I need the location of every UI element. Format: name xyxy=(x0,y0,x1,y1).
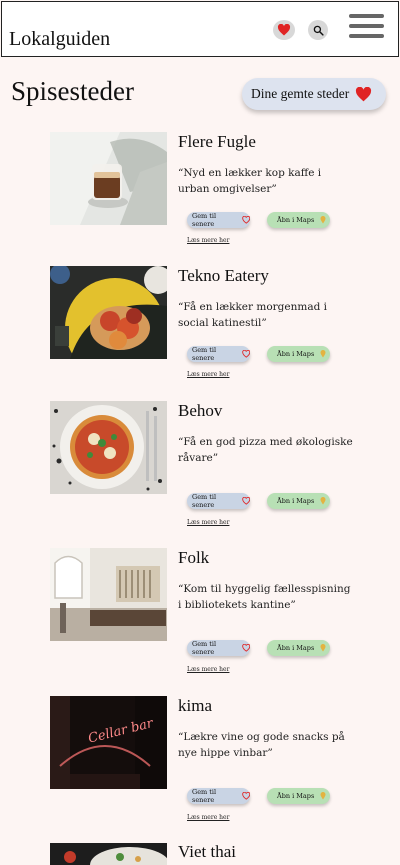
open-in-maps-button[interactable]: Åbn i Maps xyxy=(267,346,330,362)
map-pin-icon xyxy=(320,350,326,358)
save-label: Gem til senere xyxy=(192,346,217,362)
open-in-maps-button[interactable]: Åbn i Maps xyxy=(267,493,330,509)
save-for-later-button[interactable]: Gem til senere xyxy=(187,493,250,509)
heart-icon xyxy=(356,86,372,101)
place-name[interactable]: Flere Fugle xyxy=(178,132,256,152)
place-photo-coffee[interactable] xyxy=(50,132,167,225)
place-photo-pizza[interactable] xyxy=(50,401,167,494)
map-pin-icon xyxy=(320,792,326,800)
saved-places-label: Dine gemte steder xyxy=(251,86,350,101)
place-card: Folk “Kom til hyggelig fællesspisning i … xyxy=(0,548,400,688)
place-name[interactable]: Behov xyxy=(178,401,222,421)
place-photo-thai[interactable] xyxy=(50,843,167,865)
save-for-later-button[interactable]: Gem til senere xyxy=(187,640,250,656)
maps-label: Åbn i Maps xyxy=(277,216,315,224)
read-more-link[interactable]: Læs mere her xyxy=(187,371,229,378)
brand-logo[interactable]: Lokalguiden xyxy=(9,28,110,51)
save-label: Gem til senere xyxy=(192,640,217,656)
heart-outline-icon xyxy=(241,216,250,224)
heart-outline-icon xyxy=(241,497,250,505)
favorites-heart-icon[interactable] xyxy=(273,20,295,40)
save-for-later-button[interactable]: Gem til senere xyxy=(187,788,250,804)
read-more-link[interactable]: Læs mere her xyxy=(187,666,229,673)
map-pin-icon xyxy=(320,644,326,652)
open-in-maps-button[interactable]: Åbn i Maps xyxy=(267,788,330,804)
maps-label: Åbn i Maps xyxy=(277,497,315,505)
place-card: Cellar bar kima “Lækre vine og gode snac… xyxy=(0,696,400,836)
read-more-link[interactable]: Læs mere her xyxy=(187,519,229,526)
read-more-link[interactable]: Læs mere her xyxy=(187,237,229,244)
open-in-maps-button[interactable]: Åbn i Maps xyxy=(267,640,330,656)
place-name[interactable]: kima xyxy=(178,696,212,716)
maps-label: Åbn i Maps xyxy=(277,792,315,800)
map-pin-icon xyxy=(320,497,326,505)
top-header: Lokalguiden xyxy=(1,1,399,57)
place-photo-bar[interactable]: Cellar bar xyxy=(50,696,167,789)
read-more-link[interactable]: Læs mere her xyxy=(187,814,229,821)
save-label: Gem til senere xyxy=(192,212,217,228)
save-label: Gem til senere xyxy=(192,788,217,804)
search-icon[interactable] xyxy=(308,20,328,40)
place-name[interactable]: Viet thai xyxy=(178,842,236,862)
place-card: Viet thai xyxy=(0,842,400,865)
place-photo-breakfast[interactable] xyxy=(50,266,167,359)
place-photo-canteen[interactable] xyxy=(50,548,167,641)
heart-outline-icon xyxy=(241,644,250,652)
map-pin-icon xyxy=(320,216,326,224)
heart-outline-icon xyxy=(241,792,250,800)
open-in-maps-button[interactable]: Åbn i Maps xyxy=(267,212,330,228)
save-for-later-button[interactable]: Gem til senere xyxy=(187,212,250,228)
place-name[interactable]: Folk xyxy=(178,548,209,568)
hamburger-menu-icon[interactable] xyxy=(349,14,384,38)
maps-label: Åbn i Maps xyxy=(277,350,315,358)
place-description: “Kom til hyggelig fællesspisning i bibli… xyxy=(178,583,351,611)
heart-outline-icon xyxy=(241,350,250,358)
place-description: “Lækre vine og gode snacks på nye hippe … xyxy=(178,731,345,759)
place-card: Flere Fugle “Nyd en lækker kop kaffe i u… xyxy=(0,132,400,272)
save-label: Gem til senere xyxy=(192,493,217,509)
maps-label: Åbn i Maps xyxy=(277,644,315,652)
place-name[interactable]: Tekno Eatery xyxy=(178,266,269,286)
place-card: Behov “Få en god pizza med økologiske rå… xyxy=(0,401,400,541)
saved-places-button[interactable]: Dine gemte steder xyxy=(242,78,386,110)
place-description: “Nyd en lækker kop kaffe i urban omgivel… xyxy=(178,167,322,195)
save-for-later-button[interactable]: Gem til senere xyxy=(187,346,250,362)
place-description: “Få en god pizza med økologiske råvare” xyxy=(178,436,353,464)
page-title: Spisesteder xyxy=(11,76,134,106)
place-description: “Få en lækker morgenmad i social katines… xyxy=(178,301,328,329)
place-card: Tekno Eatery “Få en lækker morgenmad i s… xyxy=(0,266,400,406)
